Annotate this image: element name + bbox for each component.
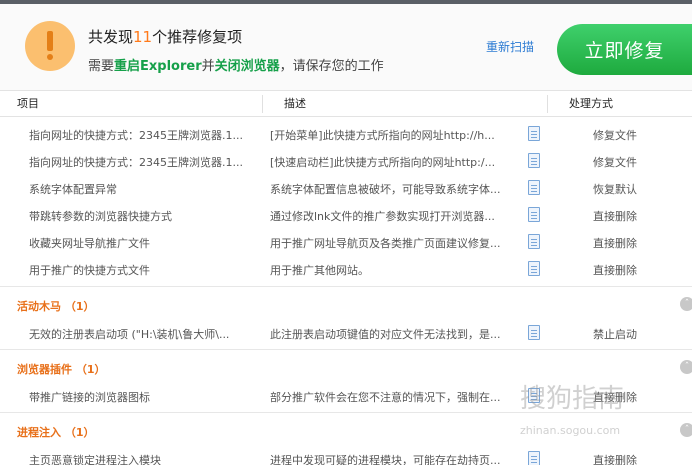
row-item: 收藏夹网址导航推广文件 xyxy=(29,237,150,250)
column-desc: 描述 xyxy=(284,97,306,110)
file-details-icon[interactable] xyxy=(528,325,540,340)
row-item: 主页恶意锁定进程注入模块 xyxy=(29,454,161,465)
table-row[interactable]: 带跳转参数的浏览器快捷方式 通过修改lnk文件的推广参数实现打开浏览器... 直接删… xyxy=(0,202,692,229)
issue-count: 11 xyxy=(133,28,153,46)
summary-title: 共发现11个推荐修复项 xyxy=(88,26,242,47)
row-item: 带推广链接的浏览器图标 xyxy=(29,391,150,404)
title-suffix: 个推荐修复项 xyxy=(152,28,243,46)
column-divider xyxy=(547,95,548,113)
row-desc: 通过修改lnk文件的推广参数实现打开浏览器... xyxy=(270,210,495,223)
file-details-icon[interactable] xyxy=(528,261,540,276)
row-action[interactable]: 修复文件 xyxy=(593,154,637,170)
row-action[interactable]: 恢复默认 xyxy=(593,181,637,197)
sub-text-3: 并 xyxy=(201,59,215,74)
collapse-icon[interactable]: ˆ xyxy=(680,360,692,374)
file-details-icon[interactable] xyxy=(528,234,540,249)
row-desc: 系统字体配置信息被破坏，可能导致系统字体... xyxy=(270,183,501,196)
row-action[interactable]: 直接删除 xyxy=(593,262,637,278)
category-name: 浏览器插件 （1） xyxy=(17,363,106,376)
row-desc: [开始菜单]此快捷方式所指向的网址http://h... xyxy=(270,129,495,142)
file-details-icon[interactable] xyxy=(528,153,540,168)
rescan-link[interactable]: 重新扫描 xyxy=(486,38,534,55)
row-item: 指向网址的快捷方式：2345王牌浏览器.1... xyxy=(29,156,243,169)
row-item: 无效的注册表启动项 ("H:\装机\鲁大师\... xyxy=(29,328,230,341)
watermark-logo: 搜狗指南 xyxy=(520,384,625,414)
close-browser-text: 关闭浏览器 xyxy=(214,59,280,74)
file-details-icon[interactable] xyxy=(528,126,540,141)
title-prefix: 共发现 xyxy=(88,28,134,46)
sub-text-1: 需要 xyxy=(88,59,115,74)
row-action[interactable]: 禁止启动 xyxy=(593,326,637,342)
table-row[interactable]: 指向网址的快捷方式：2345王牌浏览器.1... [快速启动栏]此快捷方式所指向的… xyxy=(0,148,692,175)
row-desc: 用于推广网址导航页及各类推广页面建议修复... xyxy=(270,237,501,250)
row-desc: 部分推广软件会在您不注意的情况下，强制在... xyxy=(270,391,501,404)
row-item: 带跳转参数的浏览器快捷方式 xyxy=(29,210,172,223)
column-action: 处理方式 xyxy=(569,97,613,110)
file-details-icon[interactable] xyxy=(528,180,540,195)
sub-text-5: ，请保存您的工作 xyxy=(279,59,384,74)
table-row[interactable]: 收藏夹网址导航推广文件 用于推广网址导航页及各类推广页面建议修复... 直接删除 xyxy=(0,229,692,256)
row-item: 用于推广的快捷方式文件 xyxy=(29,264,150,277)
table-row[interactable]: 无效的注册表启动项 ("H:\装机\鲁大师\... 此注册表启动项键值的对应文件无… xyxy=(0,320,692,347)
category-header[interactable]: 活动木马 （1） ˆ xyxy=(0,286,692,319)
row-item: 指向网址的快捷方式：2345王牌浏览器.1... xyxy=(29,129,243,142)
column-item: 项目 xyxy=(17,97,39,110)
watermark-url: zhinan.sogou.com xyxy=(520,424,621,437)
row-action[interactable]: 直接删除 xyxy=(593,208,637,224)
category-name: 进程注入 （1） xyxy=(17,426,95,439)
table-header: 项目 描述 处理方式 xyxy=(0,91,692,117)
fix-now-button[interactable]: 立即修复 xyxy=(557,24,692,75)
row-action[interactable]: 直接删除 xyxy=(593,452,637,465)
collapse-icon[interactable]: ˆ xyxy=(680,423,692,437)
row-desc: 进程中发现可疑的进程模块，可能存在劫持页... xyxy=(270,454,501,465)
summary-header: 共发现11个推荐修复项 需要重启Explorer并关闭浏览器，请保存您的工作 重… xyxy=(0,4,692,91)
table-row[interactable]: 指向网址的快捷方式：2345王牌浏览器.1... [开始菜单]此快捷方式所指向的网… xyxy=(0,121,692,148)
table-row[interactable]: 主页恶意锁定进程注入模块 进程中发现可疑的进程模块，可能存在劫持页... 直接删除 xyxy=(0,446,692,465)
restart-explorer-text: 重启Explorer xyxy=(114,59,202,74)
table-row[interactable]: 系统字体配置异常 系统字体配置信息被破坏，可能导致系统字体... 恢复默认 xyxy=(0,175,692,202)
row-desc: [快速启动栏]此快捷方式所指向的网址http:/... xyxy=(270,156,496,169)
table-row[interactable]: 用于推广的快捷方式文件 用于推广其他网站。 直接删除 xyxy=(0,256,692,283)
collapse-icon[interactable]: ˆ xyxy=(680,297,692,311)
column-divider xyxy=(262,95,263,113)
row-desc: 用于推广其他网站。 xyxy=(270,264,369,277)
category-name: 活动木马 （1） xyxy=(17,300,95,313)
row-desc: 此注册表启动项键值的对应文件无法找到，是... xyxy=(270,328,501,341)
row-item: 系统字体配置异常 xyxy=(29,183,117,196)
file-details-icon[interactable] xyxy=(528,207,540,222)
warning-icon xyxy=(25,21,75,71)
summary-subtitle: 需要重启Explorer并关闭浏览器，请保存您的工作 xyxy=(88,55,384,74)
row-action[interactable]: 修复文件 xyxy=(593,127,637,143)
row-action[interactable]: 直接删除 xyxy=(593,235,637,251)
file-details-icon[interactable] xyxy=(528,451,540,465)
